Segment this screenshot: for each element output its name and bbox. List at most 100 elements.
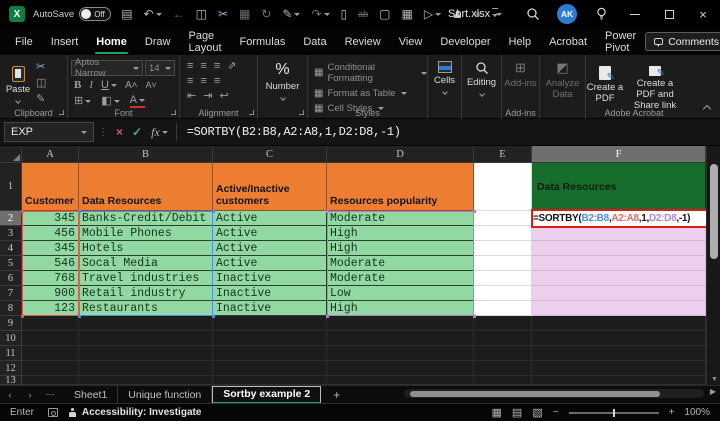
row-header-9[interactable]: 9 [0,316,22,331]
vertical-scrollbar-thumb[interactable] [710,164,718,259]
horizontal-scrollbar-thumb[interactable] [410,391,660,397]
align-left-icon[interactable]: ≡ [187,76,193,87]
cell-B9[interactable] [79,316,213,331]
cell-A3[interactable]: 456 [22,226,79,241]
cell-C9[interactable] [213,316,327,331]
cell-E1[interactable] [474,163,532,211]
cell-C6[interactable]: Inactive [213,271,327,286]
cell-C3[interactable]: Active [213,226,327,241]
ribbon-tab-draw[interactable]: Draw [136,28,180,55]
ribbon-tab-power-pivot[interactable]: Power Pivot [596,28,645,55]
row-header-4[interactable]: 4 [0,241,22,256]
cell-E2[interactable] [474,211,532,226]
picture-icon[interactable]: ▦ [239,8,250,20]
ribbon-tab-acrobat[interactable]: Acrobat [540,28,596,55]
cell-C5[interactable]: Active [213,256,327,271]
cell-F10[interactable] [532,331,706,346]
cell-A13[interactable] [22,376,79,385]
row-header-11[interactable]: 11 [0,346,22,361]
wrap-text-icon[interactable]: ↩ [219,91,228,102]
macro-record-icon[interactable] [48,408,58,417]
cut-icon[interactable]: ✂ [218,8,228,20]
save-icon[interactable]: ▤ [121,8,132,20]
cell-D11[interactable] [327,346,474,361]
cell-D1[interactable]: Resources popularity [327,163,474,211]
cell-A11[interactable] [22,346,79,361]
cell-C7[interactable]: Inactive [213,286,327,301]
cell-B3[interactable]: Mobile Phones [79,226,213,241]
font-size-combo[interactable]: 14 [145,60,175,76]
cell-D13[interactable] [327,376,474,385]
cells-button[interactable]: Cells [428,55,461,107]
cell-E7[interactable] [474,286,532,301]
cell-A2[interactable]: 345 [22,211,79,226]
scroll-down-icon[interactable]: ▼ [711,376,718,383]
ribbon-tab-review[interactable]: Review [336,28,390,55]
decrease-indent-icon[interactable]: ⇤ [187,91,196,102]
cell-E11[interactable] [474,346,532,361]
back-icon[interactable]: ← [173,8,185,20]
cell-A7[interactable]: 900 [22,286,79,301]
cell-E10[interactable] [474,331,532,346]
cell-A9[interactable] [22,316,79,331]
cell-C11[interactable] [213,346,327,361]
styles-item-conditional-formatting[interactable]: ▦Conditional Formatting [314,62,427,84]
sheet-tab-unique-function[interactable]: Unique function [118,386,212,404]
align-middle-icon[interactable]: ≡ [200,61,206,72]
column-header-C[interactable]: C [213,146,327,163]
enter-formula-button[interactable]: ✓ [132,125,142,139]
ink-pen-icon[interactable]: ✎ [282,8,300,20]
cell-F7[interactable] [532,286,706,301]
increase-indent-icon[interactable]: ⇥ [203,91,212,102]
cell-C12[interactable] [213,361,327,376]
align-right-icon[interactable]: ≡ [214,76,220,87]
search-icon[interactable] [516,7,550,21]
analyze-data-button[interactable]: ◩ Analyze Data [540,55,585,107]
column-header-D[interactable]: D [327,146,474,163]
cell-E12[interactable] [474,361,532,376]
cell-F6[interactable] [532,271,706,286]
borders-icon[interactable]: ⊞ [74,96,91,107]
cell-E13[interactable] [474,376,532,385]
cell-B6[interactable]: Travel industries [79,271,213,286]
select-all-corner[interactable] [0,146,22,163]
cell-B11[interactable] [79,346,213,361]
orientation-icon[interactable]: ⇗ [227,61,236,72]
ribbon-tab-page-layout[interactable]: Page Layout [179,28,230,55]
cell-B4[interactable]: Hotels [79,241,213,256]
new-sheet-button[interactable]: + [321,388,352,402]
cell-A5[interactable]: 546 [22,256,79,271]
row-header-10[interactable]: 10 [0,331,22,346]
cell-F3[interactable] [532,226,706,241]
cell-E8[interactable] [474,301,532,316]
italic-button[interactable]: I [89,80,93,91]
cut-icon[interactable]: ✂ [36,62,46,73]
cell-D6[interactable]: Moderate [327,271,474,286]
account-avatar[interactable]: AK [550,4,584,24]
table-lookup-icon[interactable]: ▦ [402,8,413,20]
zoom-out-button[interactable]: − [553,407,559,418]
cell-D5[interactable]: Moderate [327,256,474,271]
cell-B7[interactable]: Retail industry [79,286,213,301]
cell-E3[interactable] [474,226,532,241]
row-header-5[interactable]: 5 [0,256,22,271]
cell-A1[interactable]: Customer [22,163,79,211]
cell-D12[interactable] [327,361,474,376]
font-color-icon[interactable]: A [130,95,145,108]
lightbulb-icon[interactable] [584,7,618,21]
cell-D2[interactable]: Moderate [327,211,474,226]
font-dialog-launcher-icon[interactable] [171,110,176,115]
copy-icon[interactable]: ◫ [196,8,207,20]
cell-F8[interactable] [532,301,706,316]
align-center-icon[interactable]: ≡ [200,76,206,87]
increase-font-icon[interactable]: A˄ [125,81,138,91]
cell-F4[interactable] [532,241,706,256]
sheet-prev-icon[interactable]: ‹ [0,390,20,400]
cell-E5[interactable] [474,256,532,271]
zoom-in-button[interactable]: + [669,407,675,418]
format-painter-icon[interactable]: ✎ [36,94,46,105]
cell-C13[interactable] [213,376,327,385]
sheet-tab-sortby-example-2[interactable]: Sortby example 2 [212,386,321,404]
zoom-slider-thumb[interactable] [613,409,615,417]
ribbon-tab-view[interactable]: View [390,28,432,55]
